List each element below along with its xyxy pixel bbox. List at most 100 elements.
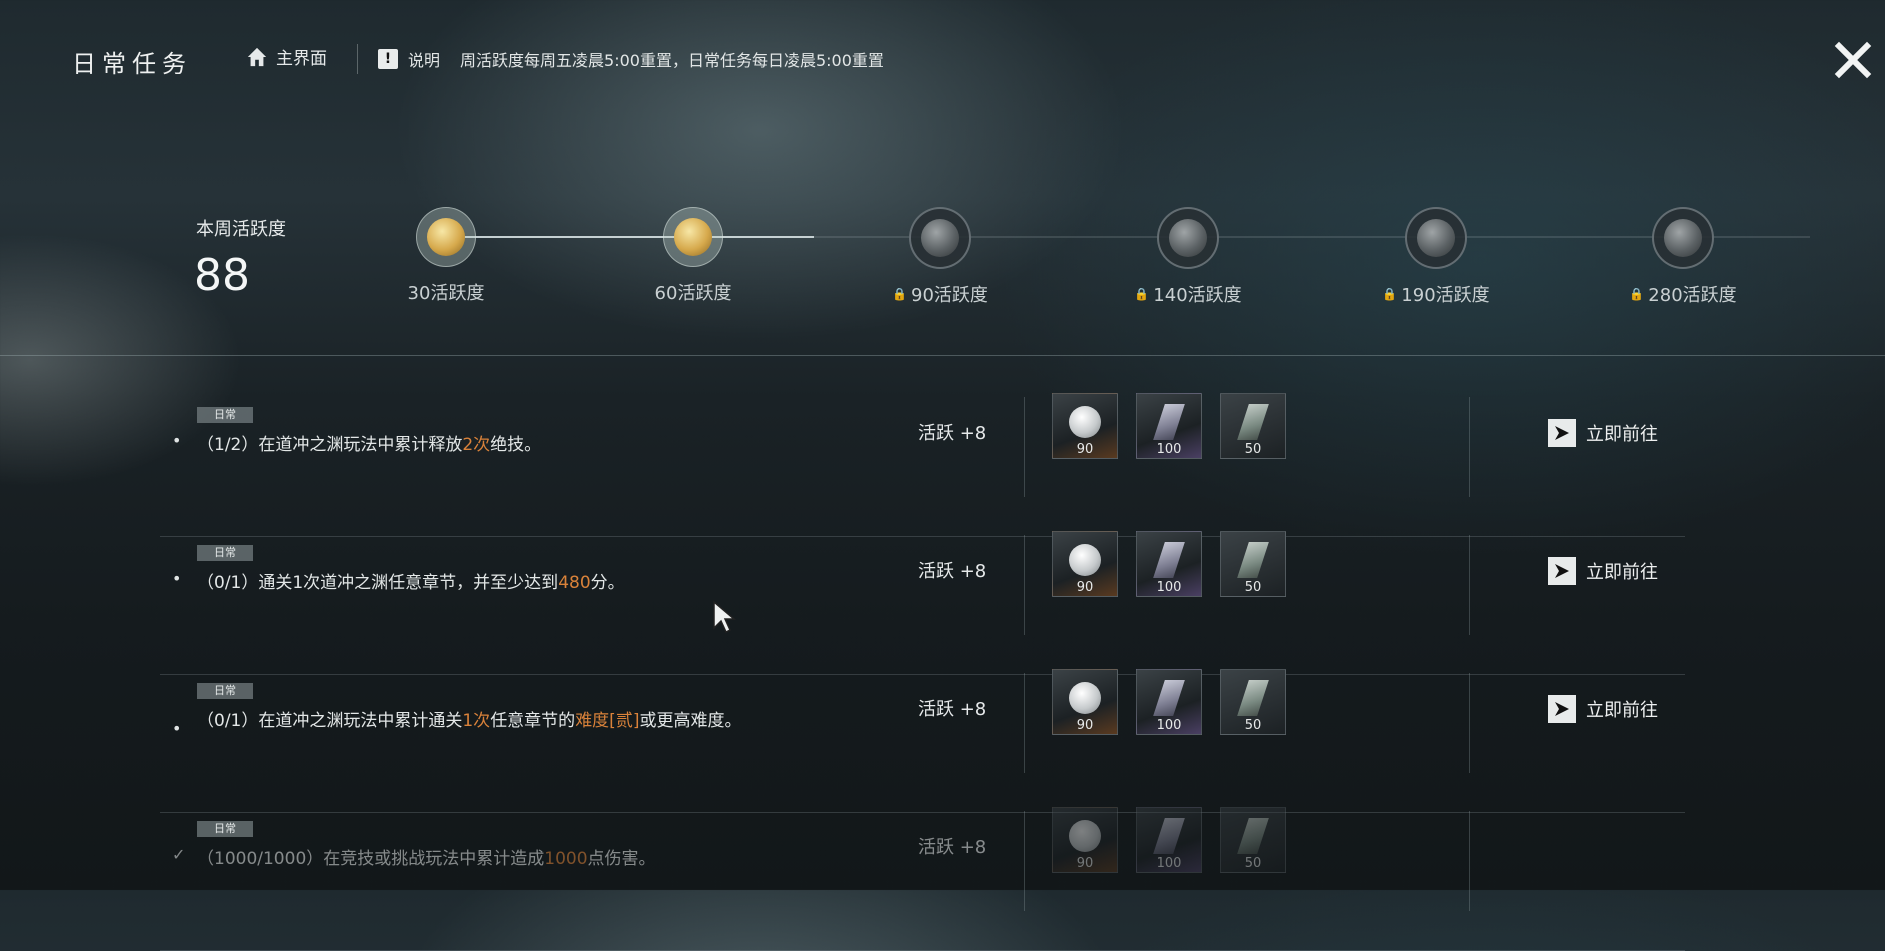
bullet-icon: •: [172, 569, 182, 588]
check-icon: ✓: [172, 845, 186, 864]
task-text-2: 点伤害。: [587, 849, 656, 869]
task-tag: 日常: [197, 407, 253, 423]
info-button[interactable]: ! 说明 周活跃度每周五凌晨5:00重置，日常任务每日凌晨5:00重置: [378, 47, 884, 71]
milestone-label: 🔒 90活跃度: [840, 281, 1040, 307]
reward-count: 100: [1156, 718, 1182, 733]
reward-coin-icon[interactable]: [1405, 207, 1467, 269]
task-highlight: 1000: [544, 849, 588, 869]
reward-purple-shard[interactable]: 100: [1136, 531, 1202, 597]
close-icon[interactable]: [1833, 40, 1873, 80]
coin-face: [427, 218, 465, 256]
coin-face: [674, 218, 712, 256]
reward-coin-icon[interactable]: [663, 207, 723, 267]
go-now-button[interactable]: 立即前往: [1548, 695, 1658, 723]
milestone-text: 60活跃度: [654, 283, 732, 304]
milestone-label: 60活跃度: [593, 279, 793, 305]
bullet-icon: •: [172, 719, 182, 738]
header-divider: [357, 44, 358, 74]
milestone-3[interactable]: 🔒 140活跃度: [1088, 207, 1288, 307]
task-tag: 日常: [197, 821, 253, 837]
milestone-text: 90活跃度: [911, 285, 988, 306]
milestone-text: 190活跃度: [1401, 285, 1490, 306]
reset-note: 周活跃度每周五凌晨5:00重置，日常任务每日凌晨5:00重置: [460, 51, 884, 70]
arrow-right-icon: [1548, 419, 1576, 447]
go-now-label: 立即前往: [1586, 424, 1658, 445]
milestone-label: 30活跃度: [346, 279, 546, 305]
milestone-1[interactable]: 60活跃度: [593, 207, 793, 305]
milestone-label: 🔒 190活跃度: [1336, 281, 1536, 307]
reward-purple-shard[interactable]: 100: [1136, 669, 1202, 735]
reward-count: 90: [1076, 856, 1094, 871]
task-text-2: 分。: [590, 573, 625, 593]
milestone-text: 280活跃度: [1648, 285, 1737, 306]
milestone-5[interactable]: 🔒 280活跃度: [1583, 207, 1783, 307]
reward-silver-coin[interactable]: 90: [1052, 531, 1118, 597]
task-text: 在道冲之渊玩法中累计通关: [258, 711, 463, 731]
arrow-right-icon: [1548, 557, 1576, 585]
weekly-activity-value: 88: [194, 250, 250, 301]
column-divider: [1469, 397, 1470, 497]
lock-icon: 🔒: [1382, 287, 1398, 301]
reward-count: 50: [1244, 856, 1262, 871]
task-description: （0/1）通关1次道冲之渊任意章节，并至少达到480分。: [197, 569, 757, 597]
lock-icon: 🔒: [892, 287, 908, 301]
reward-silver-coin[interactable]: 90: [1052, 669, 1118, 735]
reward-count: 50: [1244, 442, 1262, 457]
task-text: 通关1次道冲之渊任意章节，并至少达到: [258, 573, 559, 593]
task-progress: （0/1）: [197, 573, 259, 593]
task-highlight-2: 难度[贰]: [575, 711, 640, 731]
task-tag: 日常: [197, 683, 253, 699]
go-now-button[interactable]: 立即前往: [1548, 557, 1658, 585]
lock-icon: 🔒: [1629, 287, 1645, 301]
reward-purple-shard[interactable]: 100: [1136, 393, 1202, 459]
milestone-text: 140活跃度: [1153, 285, 1242, 306]
shard-icon: [1237, 680, 1269, 716]
reward-coin-icon[interactable]: [909, 207, 971, 269]
silver-coin-icon: [1069, 682, 1101, 714]
milestone-0[interactable]: 30活跃度: [346, 207, 546, 305]
shard-icon: [1237, 542, 1269, 578]
reward-green-shard[interactable]: 50: [1220, 807, 1286, 873]
reward-silver-coin[interactable]: 90: [1052, 393, 1118, 459]
home-label: 主界面: [276, 49, 327, 69]
reward-green-shard[interactable]: 50: [1220, 669, 1286, 735]
section-divider: [0, 355, 1885, 356]
milestone-label: 🔒 280活跃度: [1583, 281, 1783, 307]
milestone-label: 🔒 140活跃度: [1088, 281, 1288, 307]
reward-green-shard[interactable]: 50: [1220, 393, 1286, 459]
task-highlight: 1次: [462, 711, 491, 731]
silver-coin-icon: [1069, 820, 1101, 852]
mouse-cursor-icon: [713, 600, 737, 634]
reward-items: 90 100 50: [1052, 393, 1286, 459]
reward-coin-icon[interactable]: [416, 207, 476, 267]
silver-coin-icon: [1069, 544, 1101, 576]
column-divider: [1024, 673, 1025, 773]
reward-items: 90 100 50: [1052, 531, 1286, 597]
task-highlight: 2次: [462, 435, 491, 455]
home-button[interactable]: 主界面: [246, 44, 327, 69]
column-divider: [1024, 811, 1025, 911]
task-text-3: 或更高难度。: [639, 711, 742, 731]
reward-coin-icon[interactable]: [1157, 207, 1219, 269]
milestone-4[interactable]: 🔒 190活跃度: [1336, 207, 1536, 307]
reward-green-shard[interactable]: 50: [1220, 531, 1286, 597]
activity-points: 活跃 +8: [918, 699, 987, 720]
milestone-2[interactable]: 🔒 90活跃度: [840, 207, 1040, 307]
go-now-button[interactable]: 立即前往: [1548, 419, 1658, 447]
reward-count: 50: [1244, 580, 1262, 595]
reward-count: 100: [1156, 442, 1182, 457]
go-now-label: 立即前往: [1586, 700, 1658, 721]
coin-face: [1664, 219, 1702, 257]
reward-silver-coin[interactable]: 90: [1052, 807, 1118, 873]
shard-icon: [1153, 404, 1185, 440]
task-progress: （0/1）: [197, 711, 259, 731]
task-progress: （1000/1000）: [197, 849, 324, 869]
task-text: 在竞技或挑战玩法中累计造成: [323, 849, 545, 869]
exclamation-icon: !: [378, 49, 398, 69]
reward-purple-shard[interactable]: 100: [1136, 807, 1202, 873]
row-divider: [160, 536, 1685, 537]
task-row: 日常 • （0/1）通关1次道冲之渊任意章节，并至少达到480分。 活跃 +8 90 10…: [0, 531, 1885, 675]
shard-icon: [1153, 542, 1185, 578]
coin-face: [1169, 219, 1207, 257]
reward-coin-icon[interactable]: [1652, 207, 1714, 269]
